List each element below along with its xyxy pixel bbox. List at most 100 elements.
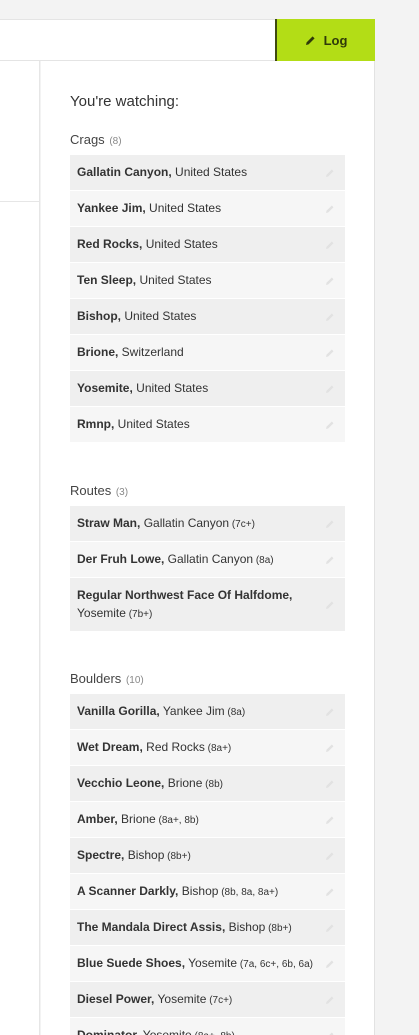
pencil-icon[interactable] <box>324 599 336 611</box>
item-place: Yosemite <box>185 956 238 970</box>
list-item[interactable]: A Scanner Darkly, Bishop (8b, 8a, 8a+) <box>70 874 345 910</box>
item-text: Der Fruh Lowe, Gallatin Canyon (8a) <box>77 552 274 566</box>
list-item[interactable]: Straw Man, Gallatin Canyon (7c+) <box>70 506 345 542</box>
item-text: Amber, Brione (8a+, 8b) <box>77 812 199 826</box>
list-item[interactable]: Rmnp, United States <box>70 407 345 443</box>
item-text: The Mandala Direct Assis, Bishop (8b+) <box>77 920 292 934</box>
list-item[interactable]: Blue Suede Shoes, Yosemite (7a, 6c+, 6b,… <box>70 946 345 982</box>
top-bar: Log <box>0 19 375 61</box>
log-label: Log <box>323 32 348 48</box>
item-place: Bishop <box>225 920 266 934</box>
list-item[interactable]: Vecchio Leone, Brione (8b) <box>70 766 345 802</box>
pencil-icon[interactable] <box>324 203 336 215</box>
boulders-label: Boulders <box>70 671 122 686</box>
item-place: Gallatin Canyon <box>164 552 254 566</box>
pencil-icon[interactable] <box>324 886 336 898</box>
item-text: Vanilla Gorilla, Yankee Jim (8a) <box>77 704 245 718</box>
routes-list: Straw Man, Gallatin Canyon (7c+) Der Fruh… <box>70 506 345 632</box>
item-name: Dominator, <box>77 1028 140 1035</box>
list-item[interactable]: Yosemite, United States <box>70 371 345 407</box>
item-text: Gallatin Canyon, United States <box>77 165 247 179</box>
item-name: Regular Northwest Face Of Halfdome, <box>77 588 293 602</box>
item-text: Wet Dream, Red Rocks (8a+) <box>77 740 231 754</box>
item-place: Yosemite <box>139 1028 192 1035</box>
watching-content: You're watching: Crags (8) Gallatin Cany… <box>70 92 345 1035</box>
routes-count: (3) <box>115 487 129 498</box>
pencil-icon[interactable] <box>324 814 336 826</box>
item-place: United States <box>132 381 209 395</box>
routes-label: Routes <box>70 483 112 498</box>
item-name: Rmnp, <box>77 417 115 431</box>
item-grade: (8b, 8a, 8a+) <box>218 887 279 898</box>
item-name: Red Rocks, <box>77 237 143 251</box>
item-name: Ten Sleep, <box>77 273 137 287</box>
item-place: United States <box>145 201 222 215</box>
pencil-icon[interactable] <box>324 167 336 179</box>
item-place: United States <box>114 417 190 431</box>
pencil-icon[interactable] <box>324 518 336 530</box>
pencil-icon[interactable] <box>324 778 336 790</box>
item-name: Bishop, <box>77 309 121 323</box>
boulders-heading: Boulders (10) <box>70 669 345 689</box>
pencil-icon[interactable] <box>324 275 336 287</box>
pencil-icon[interactable] <box>324 311 336 323</box>
item-text: Bishop, United States <box>77 309 196 323</box>
log-button[interactable]: Log <box>275 19 375 61</box>
item-grade: (7c+) <box>229 519 255 530</box>
item-grade: (8a+, 8b) <box>155 815 199 826</box>
divider <box>0 201 40 202</box>
list-item[interactable]: Dominator, Yosemite (8a+, 8b) <box>70 1018 345 1035</box>
routes-heading: Routes (3) <box>70 481 345 501</box>
list-item[interactable]: Yankee Jim, United States <box>70 191 345 227</box>
item-name: Blue Suede Shoes, <box>77 956 186 970</box>
watching-title: You're watching: <box>70 93 180 110</box>
pencil-icon[interactable] <box>324 239 336 251</box>
list-item[interactable]: Vanilla Gorilla, Yankee Jim (8a) <box>70 694 345 730</box>
list-item[interactable]: Brione, Switzerland <box>70 335 345 371</box>
list-item[interactable]: Regular Northwest Face Of Halfdome, Yose… <box>70 578 345 632</box>
boulders-count: (10) <box>125 675 144 686</box>
list-item[interactable]: The Mandala Direct Assis, Bishop (8b+) <box>70 910 345 946</box>
pencil-icon[interactable] <box>324 994 336 1006</box>
item-place: Brione <box>164 776 203 790</box>
list-item[interactable]: Diesel Power, Yosemite (7c+) <box>70 982 345 1018</box>
item-grade: (7c+) <box>206 995 233 1006</box>
item-grade: (8b) <box>202 779 223 790</box>
list-item[interactable]: Der Fruh Lowe, Gallatin Canyon (8a) <box>70 542 345 578</box>
item-text: Rmnp, United States <box>77 417 190 431</box>
crags-label: Crags <box>70 132 105 147</box>
pencil-icon[interactable] <box>324 706 336 718</box>
item-text: Diesel Power, Yosemite (7c+) <box>77 992 232 1006</box>
pencil-icon <box>305 35 316 46</box>
pencil-icon[interactable] <box>324 419 336 431</box>
list-item[interactable]: Ten Sleep, United States <box>70 263 345 299</box>
item-place: United States <box>142 237 218 251</box>
item-place: Gallatin Canyon <box>140 516 230 530</box>
pencil-icon[interactable] <box>324 1030 336 1035</box>
item-name: Diesel Power, <box>77 992 155 1006</box>
item-name: A Scanner Darkly, <box>77 884 179 898</box>
pencil-icon[interactable] <box>324 554 336 566</box>
pencil-icon[interactable] <box>324 922 336 934</box>
list-item[interactable]: Wet Dream, Red Rocks (8a+) <box>70 730 345 766</box>
item-place: United States <box>171 165 248 179</box>
item-name: Vecchio Leone, <box>77 776 165 790</box>
list-item[interactable]: Amber, Brione (8a+, 8b) <box>70 802 345 838</box>
pencil-icon[interactable] <box>324 742 336 754</box>
pencil-icon[interactable] <box>324 958 336 970</box>
item-place: Bishop <box>124 848 165 862</box>
crags-list: Gallatin Canyon, United States Yankee Jim… <box>70 155 345 443</box>
pencil-icon[interactable] <box>324 383 336 395</box>
item-name: Yankee Jim, <box>77 201 146 215</box>
list-item[interactable]: Spectre, Bishop (8b+) <box>70 838 345 874</box>
item-text: Spectre, Bishop (8b+) <box>77 848 191 862</box>
item-place: Red Rocks <box>142 740 205 754</box>
item-text: Straw Man, Gallatin Canyon (7c+) <box>77 516 255 530</box>
item-text: A Scanner Darkly, Bishop (8b, 8a, 8a+) <box>77 884 278 898</box>
list-item[interactable]: Red Rocks, United States <box>70 227 345 263</box>
item-place: Yosemite <box>154 992 207 1006</box>
pencil-icon[interactable] <box>324 347 336 359</box>
list-item[interactable]: Bishop, United States <box>70 299 345 335</box>
pencil-icon[interactable] <box>324 850 336 862</box>
list-item[interactable]: Gallatin Canyon, United States <box>70 155 345 191</box>
